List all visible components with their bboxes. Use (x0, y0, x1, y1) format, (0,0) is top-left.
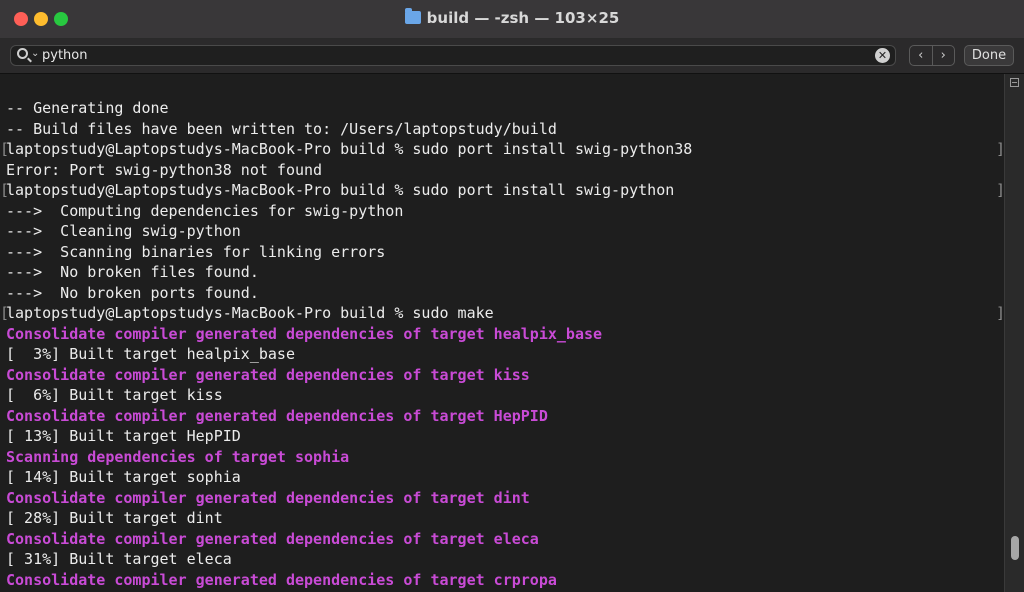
terminal-line: laptopstudy@Laptopstudys-MacBook-Pro bui… (6, 181, 675, 199)
terminal-line: Scanning dependencies of target sophia (6, 447, 350, 466)
search-options-chevron-icon[interactable]: ⌄ (31, 48, 39, 59)
line-mark-right: ] (996, 303, 1004, 324)
terminal-window: build — -zsh — 103×25 ⌄ ✕ ‹ › Done -- Ge… (0, 0, 1024, 592)
terminal-line: -- Build files have been written to: /Us… (6, 119, 557, 138)
find-bar: ⌄ ✕ ‹ › Done (0, 39, 1024, 74)
search-icon[interactable] (17, 48, 28, 59)
terminal-line: ---> Cleaning swig-python (6, 222, 241, 240)
line-mark-right: ] (996, 139, 1004, 160)
find-navigation: ‹ › (909, 45, 955, 66)
terminal-line: [ 6%] Built target kiss (6, 386, 223, 404)
terminal-line: [ 13%] Built target HepPID (6, 427, 241, 445)
terminal-line: ---> No broken ports found. (6, 283, 259, 302)
terminal-output[interactable]: -- Generating done -- Build files have be… (0, 74, 1004, 592)
terminal-line: [ 3%] Built target healpix_base (6, 345, 295, 363)
folder-icon (404, 8, 421, 24)
line-mark-right: ] (996, 180, 1004, 201)
terminal-line: [ 28%] Built target dint (6, 509, 223, 527)
terminal-line: Consolidate compiler generated dependenc… (6, 570, 557, 589)
terminal-line: [ 14%] Built target sophia (6, 468, 241, 486)
scroll-top-icon[interactable] (1010, 78, 1019, 87)
title-bar[interactable]: build — -zsh — 103×25 (0, 0, 1024, 39)
chevron-left-icon[interactable]: ‹ (910, 46, 932, 65)
chevron-right-icon[interactable]: › (931, 46, 955, 65)
line-mark-left: [ (0, 304, 10, 322)
line-mark-left: [ (0, 181, 10, 199)
done-button[interactable]: Done (964, 45, 1014, 66)
clear-search-icon[interactable]: ✕ (875, 48, 890, 63)
terminal-line: Consolidate compiler generated dependenc… (6, 365, 530, 384)
search-input[interactable] (42, 46, 862, 65)
terminal-line: ---> Scanning binaries for linking error… (6, 242, 386, 261)
scroll-thumb[interactable] (1011, 536, 1019, 560)
terminal-line: laptopstudy@Laptopstudys-MacBook-Pro bui… (6, 140, 693, 158)
terminal-line: -- Generating done (6, 99, 169, 117)
scrollbar[interactable] (1004, 74, 1024, 592)
terminal-line: ---> Computing dependencies for swig-pyt… (6, 201, 404, 220)
terminal-lines: -- Generating done -- Build files have be… (6, 98, 692, 590)
window-title: build — -zsh — 103×25 (426, 9, 620, 27)
terminal-line: Consolidate compiler generated dependenc… (6, 406, 548, 425)
terminal-line: Consolidate compiler generated dependenc… (6, 488, 530, 507)
search-field[interactable]: ⌄ ✕ (10, 45, 896, 66)
terminal-line: Error: Port swig-python38 not found (6, 160, 323, 179)
window-title-container: build — -zsh — 103×25 (0, 8, 1024, 27)
line-mark-left: [ (0, 140, 10, 158)
terminal-line: ---> No broken files found. (6, 263, 259, 281)
terminal-line: [ 31%] Built target eleca (6, 550, 232, 568)
terminal-line: Consolidate compiler generated dependenc… (6, 324, 603, 343)
terminal-line: laptopstudy@Laptopstudys-MacBook-Pro bui… (6, 304, 494, 322)
terminal-line: Consolidate compiler generated dependenc… (6, 529, 539, 548)
